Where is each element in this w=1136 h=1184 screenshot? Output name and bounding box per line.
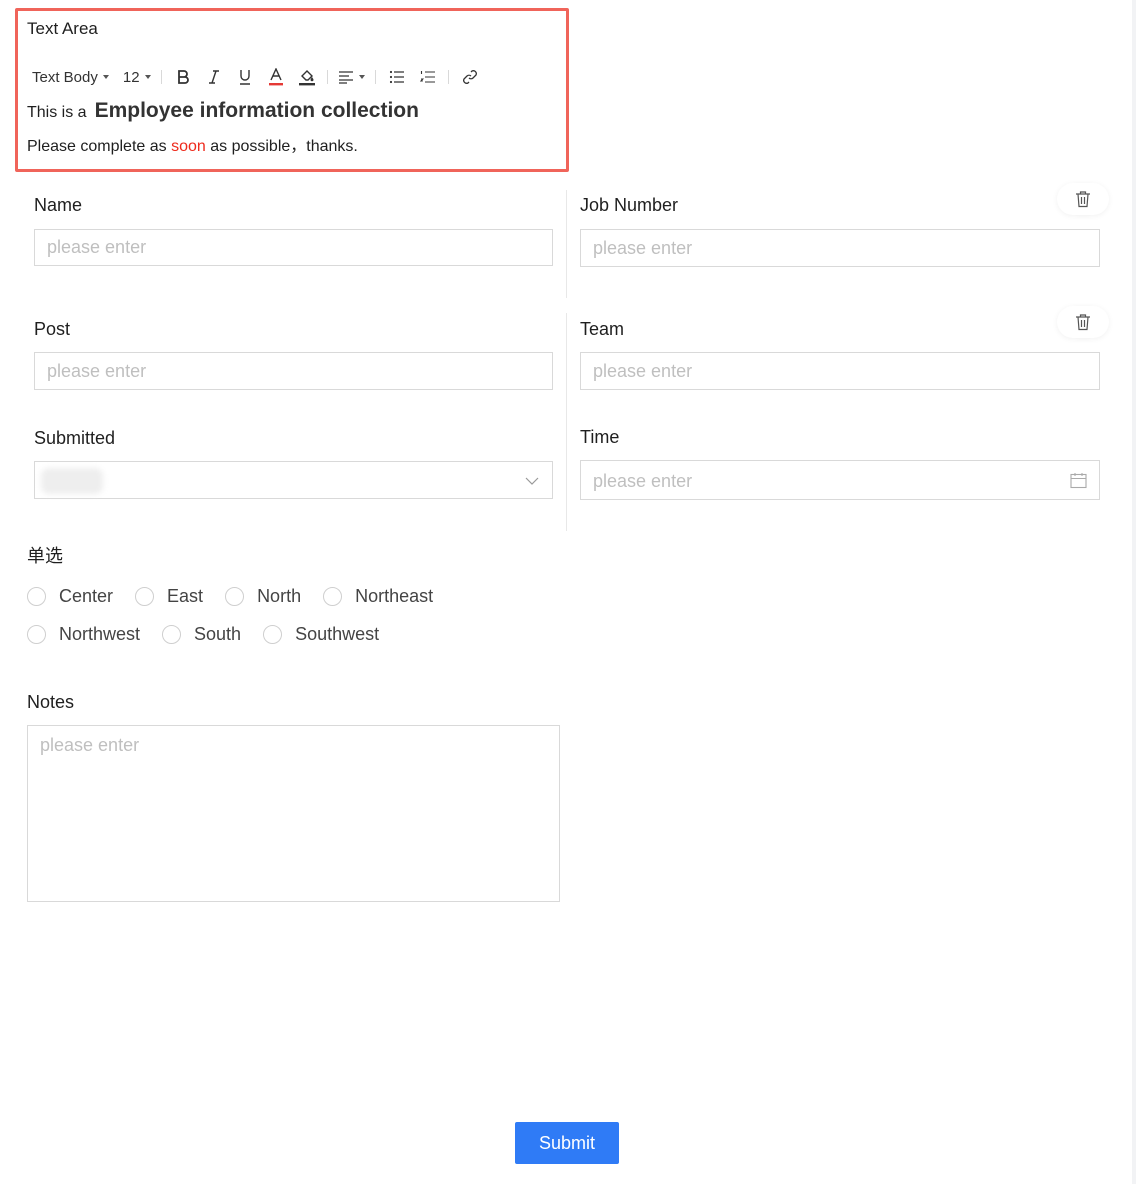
radio-circle[interactable] [323,587,343,606]
intro-text: This is a [27,104,87,121]
rich-text-line-1: This is a Employee information collectio… [27,99,419,123]
calendar-icon [1070,473,1087,489]
radio-label: Southwest [295,624,380,644]
highlighted-word: soon [171,138,206,155]
trash-icon [1076,314,1090,331]
blurred-value [41,468,103,494]
toolbar-divider [326,70,328,84]
instruction-text-end: as possible，thanks. [205,138,358,155]
chevron-down-icon [525,477,539,485]
radio-label: Center [59,586,114,606]
name-label: Name [34,195,83,215]
font-size-label: 12 [122,68,140,86]
radio-east[interactable]: East [135,586,203,607]
post-label: Post [34,319,71,339]
radio-row-2: Northwest South Southwest [27,624,401,645]
rich-text-line-2: Please complete as soon as possible，than… [27,132,358,156]
radio-center[interactable]: Center [27,586,113,607]
align-dropdown[interactable] [338,65,365,89]
notes-textarea[interactable] [27,725,560,902]
toolbar-divider [447,70,449,84]
radio-circle[interactable] [263,625,283,644]
radio-south[interactable]: South [162,624,241,645]
instruction-text-start: Please complete as [27,138,172,155]
numbered-list-button[interactable] [417,65,439,89]
radio-group-label: 单选 [27,546,63,566]
radio-north[interactable]: North [225,586,301,607]
bold-icon [177,70,189,84]
job-number-input[interactable] [580,229,1100,267]
form-heading: Employee information collection [94,99,419,122]
time-label: Time [580,427,620,447]
team-label: Team [580,319,625,339]
italic-icon [208,70,219,84]
radio-label: East [167,586,204,606]
trash-icon [1076,191,1090,208]
radio-label: Northwest [59,624,141,644]
numbered-list-icon [419,71,435,83]
radio-row-1: Center East North Northeast [27,586,455,607]
toolbar-divider [160,70,162,84]
submitted-label: Submitted [34,428,116,448]
name-input[interactable] [34,229,553,266]
team-input[interactable] [580,352,1100,390]
caret-down-icon [144,75,151,79]
highlight-icon [298,70,315,86]
radio-circle[interactable] [27,625,46,644]
bold-button[interactable] [172,65,194,89]
time-picker[interactable]: please enter [580,460,1100,500]
align-icon [338,71,353,84]
radio-label: Northeast [355,586,434,606]
link-icon [462,70,477,84]
column-divider [566,190,567,298]
text-style-label: Text Body [32,68,98,86]
radio-northwest[interactable]: Northwest [27,624,140,645]
bullet-list-button[interactable] [386,65,408,89]
radio-southwest[interactable]: Southwest [263,624,379,645]
job-number-label: Job Number [580,195,679,215]
caret-down-icon [102,75,109,79]
column-divider [566,313,567,531]
submitted-select[interactable] [34,461,553,499]
underline-icon [239,69,250,85]
font-color-icon [268,68,283,86]
radio-northeast[interactable]: Northeast [323,586,433,607]
text-area-block[interactable]: Text Area Text Body 12 This is a Employe… [15,8,569,172]
radio-label: North [257,586,302,606]
radio-circle[interactable] [225,587,245,606]
radio-circle[interactable] [27,587,46,606]
scrollbar-track[interactable] [1132,0,1136,1184]
font-color-button[interactable] [265,65,287,89]
delete-row-button[interactable] [1057,306,1109,338]
submit-button[interactable]: Submit [515,1122,619,1164]
rich-text-toolbar: Text Body 12 [32,65,490,89]
font-size-dropdown[interactable]: 12 [123,65,151,89]
form-page: Text Area Text Body 12 This is a Employe… [0,0,1136,1184]
underline-button[interactable] [234,65,256,89]
toolbar-divider [374,70,376,84]
radio-label: South [194,624,242,644]
post-input[interactable] [34,352,553,390]
text-area-title: Text Area [27,19,98,38]
bullet-list-icon [389,70,404,84]
link-button[interactable] [459,65,481,89]
radio-circle[interactable] [135,587,155,606]
caret-down-icon [358,75,365,79]
time-placeholder: please enter [593,471,693,491]
italic-button[interactable] [203,65,225,89]
highlight-button[interactable] [296,65,318,89]
text-style-dropdown[interactable]: Text Body [32,65,109,89]
radio-circle[interactable] [162,625,182,644]
notes-label: Notes [27,692,75,712]
delete-row-button[interactable] [1057,183,1109,215]
